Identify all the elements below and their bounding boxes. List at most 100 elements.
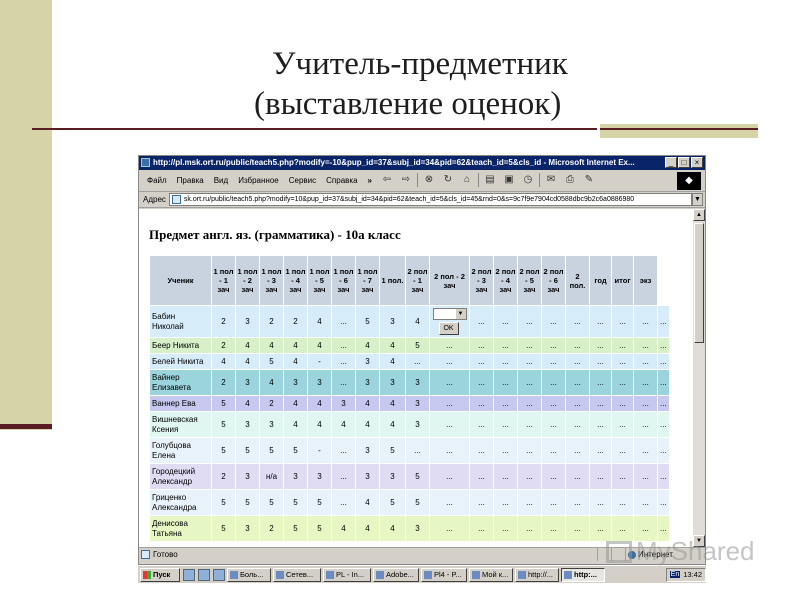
- grade-cell[interactable]: ...: [331, 337, 356, 354]
- grade-cell[interactable]: 3: [405, 369, 430, 396]
- grade-cell[interactable]: ...: [633, 489, 658, 516]
- grade-cell[interactable]: ...: [611, 305, 634, 338]
- grade-cell[interactable]: 4: [259, 369, 284, 396]
- grade-cell[interactable]: ...: [541, 305, 566, 338]
- grade-cell[interactable]: ...: [493, 463, 518, 490]
- edit-icon[interactable]: ✎: [581, 172, 597, 188]
- grade-cell[interactable]: ...: [469, 337, 494, 354]
- grade-cell[interactable]: ...: [469, 369, 494, 396]
- grade-cell[interactable]: 3: [405, 395, 430, 412]
- grade-cell[interactable]: ...: [469, 411, 494, 438]
- grade-cell[interactable]: ...: [405, 437, 430, 464]
- grade-cell[interactable]: 4: [331, 411, 356, 438]
- grade-cell[interactable]: ...: [565, 463, 590, 490]
- grade-cell[interactable]: ...: [589, 369, 612, 396]
- menu-help[interactable]: Справка: [326, 176, 357, 185]
- back-arrow-icon[interactable]: ⇦: [379, 172, 395, 188]
- grade-cell[interactable]: ...: [657, 353, 670, 370]
- vertical-scrollbar[interactable]: ▲ ▼: [693, 209, 705, 547]
- grade-cell[interactable]: 5: [405, 337, 430, 354]
- grade-cell[interactable]: ...: [469, 463, 494, 490]
- grade-cell[interactable]: ...: [493, 305, 518, 338]
- address-dropdown-button[interactable]: ▼: [692, 193, 703, 206]
- grade-cell[interactable]: 5: [211, 489, 236, 516]
- grade-cell[interactable]: ...: [611, 369, 634, 396]
- grade-cell[interactable]: 4: [283, 395, 308, 412]
- grade-cell[interactable]: 3: [283, 463, 308, 490]
- quicklaunch-desktop-icon[interactable]: [198, 568, 210, 581]
- search-icon[interactable]: ▤: [482, 172, 498, 188]
- grade-cell[interactable]: ...: [517, 411, 542, 438]
- grade-cell[interactable]: 5: [211, 411, 236, 438]
- grade-cell[interactable]: ...: [565, 411, 590, 438]
- grade-select[interactable]: ▼: [432, 308, 467, 320]
- grade-cell[interactable]: 3: [307, 369, 332, 396]
- language-indicator[interactable]: En: [669, 571, 681, 578]
- menu-tools[interactable]: Сервис: [289, 176, 316, 185]
- grade-cell[interactable]: 5: [283, 437, 308, 464]
- grade-cell[interactable]: ...: [429, 437, 470, 464]
- grade-cell[interactable]: ...: [633, 305, 658, 338]
- grade-cell[interactable]: 2: [211, 305, 236, 338]
- close-button[interactable]: ×: [691, 157, 703, 168]
- maximize-button[interactable]: □: [678, 157, 690, 168]
- grade-cell[interactable]: 2: [211, 337, 236, 354]
- grade-cell[interactable]: ...: [633, 463, 658, 490]
- grade-cell[interactable]: 3: [235, 515, 260, 542]
- grade-cell[interactable]: ...: [469, 395, 494, 412]
- grade-cell[interactable]: ...: [429, 353, 470, 370]
- stop-icon[interactable]: ⊗: [421, 172, 437, 188]
- home-icon[interactable]: ⌂: [459, 172, 475, 188]
- grade-cell[interactable]: 2: [211, 463, 236, 490]
- taskbar-button[interactable]: http://...: [515, 567, 559, 582]
- grade-cell[interactable]: 5: [211, 515, 236, 542]
- grade-cell[interactable]: ...: [331, 437, 356, 464]
- grade-cell[interactable]: 4: [259, 337, 284, 354]
- scroll-thumb[interactable]: [694, 223, 704, 343]
- grade-cell[interactable]: 3: [379, 305, 406, 338]
- menu-favorites[interactable]: Избранное: [238, 176, 279, 185]
- grade-cell[interactable]: ...: [517, 369, 542, 396]
- grade-cell[interactable]: ...: [517, 489, 542, 516]
- grade-cell[interactable]: ...: [517, 515, 542, 542]
- grade-cell[interactable]: ...: [611, 437, 634, 464]
- grade-cell[interactable]: 4: [307, 337, 332, 354]
- grade-cell[interactable]: 4: [405, 305, 430, 338]
- grade-cell[interactable]: 5: [405, 463, 430, 490]
- grade-cell[interactable]: ...: [493, 411, 518, 438]
- grade-cell[interactable]: 5: [259, 437, 284, 464]
- taskbar-button[interactable]: Мой к...: [469, 567, 513, 582]
- grade-cell[interactable]: ...: [331, 463, 356, 490]
- grade-cell[interactable]: 5: [235, 489, 260, 516]
- grade-cell[interactable]: ...: [565, 437, 590, 464]
- grade-cell[interactable]: ...: [565, 337, 590, 354]
- grade-cell[interactable]: ...: [541, 489, 566, 516]
- taskbar-button[interactable]: Боль...: [227, 567, 271, 582]
- grade-cell[interactable]: 5: [259, 489, 284, 516]
- grade-cell[interactable]: ...: [493, 353, 518, 370]
- dropdown-arrow-icon[interactable]: ▼: [455, 309, 466, 319]
- menu-edit[interactable]: Правка: [177, 176, 204, 185]
- grade-cell[interactable]: ...: [565, 369, 590, 396]
- grade-cell[interactable]: ...: [657, 395, 670, 412]
- grade-cell[interactable]: ...: [633, 337, 658, 354]
- ok-button[interactable]: OK: [438, 322, 459, 335]
- grade-cell[interactable]: ...: [633, 395, 658, 412]
- grade-cell[interactable]: 3: [235, 463, 260, 490]
- grade-cell[interactable]: ...: [429, 489, 470, 516]
- menu-file[interactable]: Файл: [147, 176, 167, 185]
- grade-cell[interactable]: ...: [611, 463, 634, 490]
- grade-cell[interactable]: ...: [633, 353, 658, 370]
- grade-cell[interactable]: 4: [355, 489, 380, 516]
- grade-cell[interactable]: 4: [379, 395, 406, 412]
- grade-cell[interactable]: 2: [259, 305, 284, 338]
- grade-cell[interactable]: 5: [379, 489, 406, 516]
- grade-cell[interactable]: ...: [429, 463, 470, 490]
- grade-cell[interactable]: ...: [589, 489, 612, 516]
- grade-cell[interactable]: 3: [259, 411, 284, 438]
- minimize-button[interactable]: _: [665, 157, 677, 168]
- grade-cell[interactable]: ...: [565, 515, 590, 542]
- grade-cell[interactable]: 4: [379, 337, 406, 354]
- grade-cell[interactable]: ...: [493, 395, 518, 412]
- start-button[interactable]: Пуск: [140, 567, 180, 582]
